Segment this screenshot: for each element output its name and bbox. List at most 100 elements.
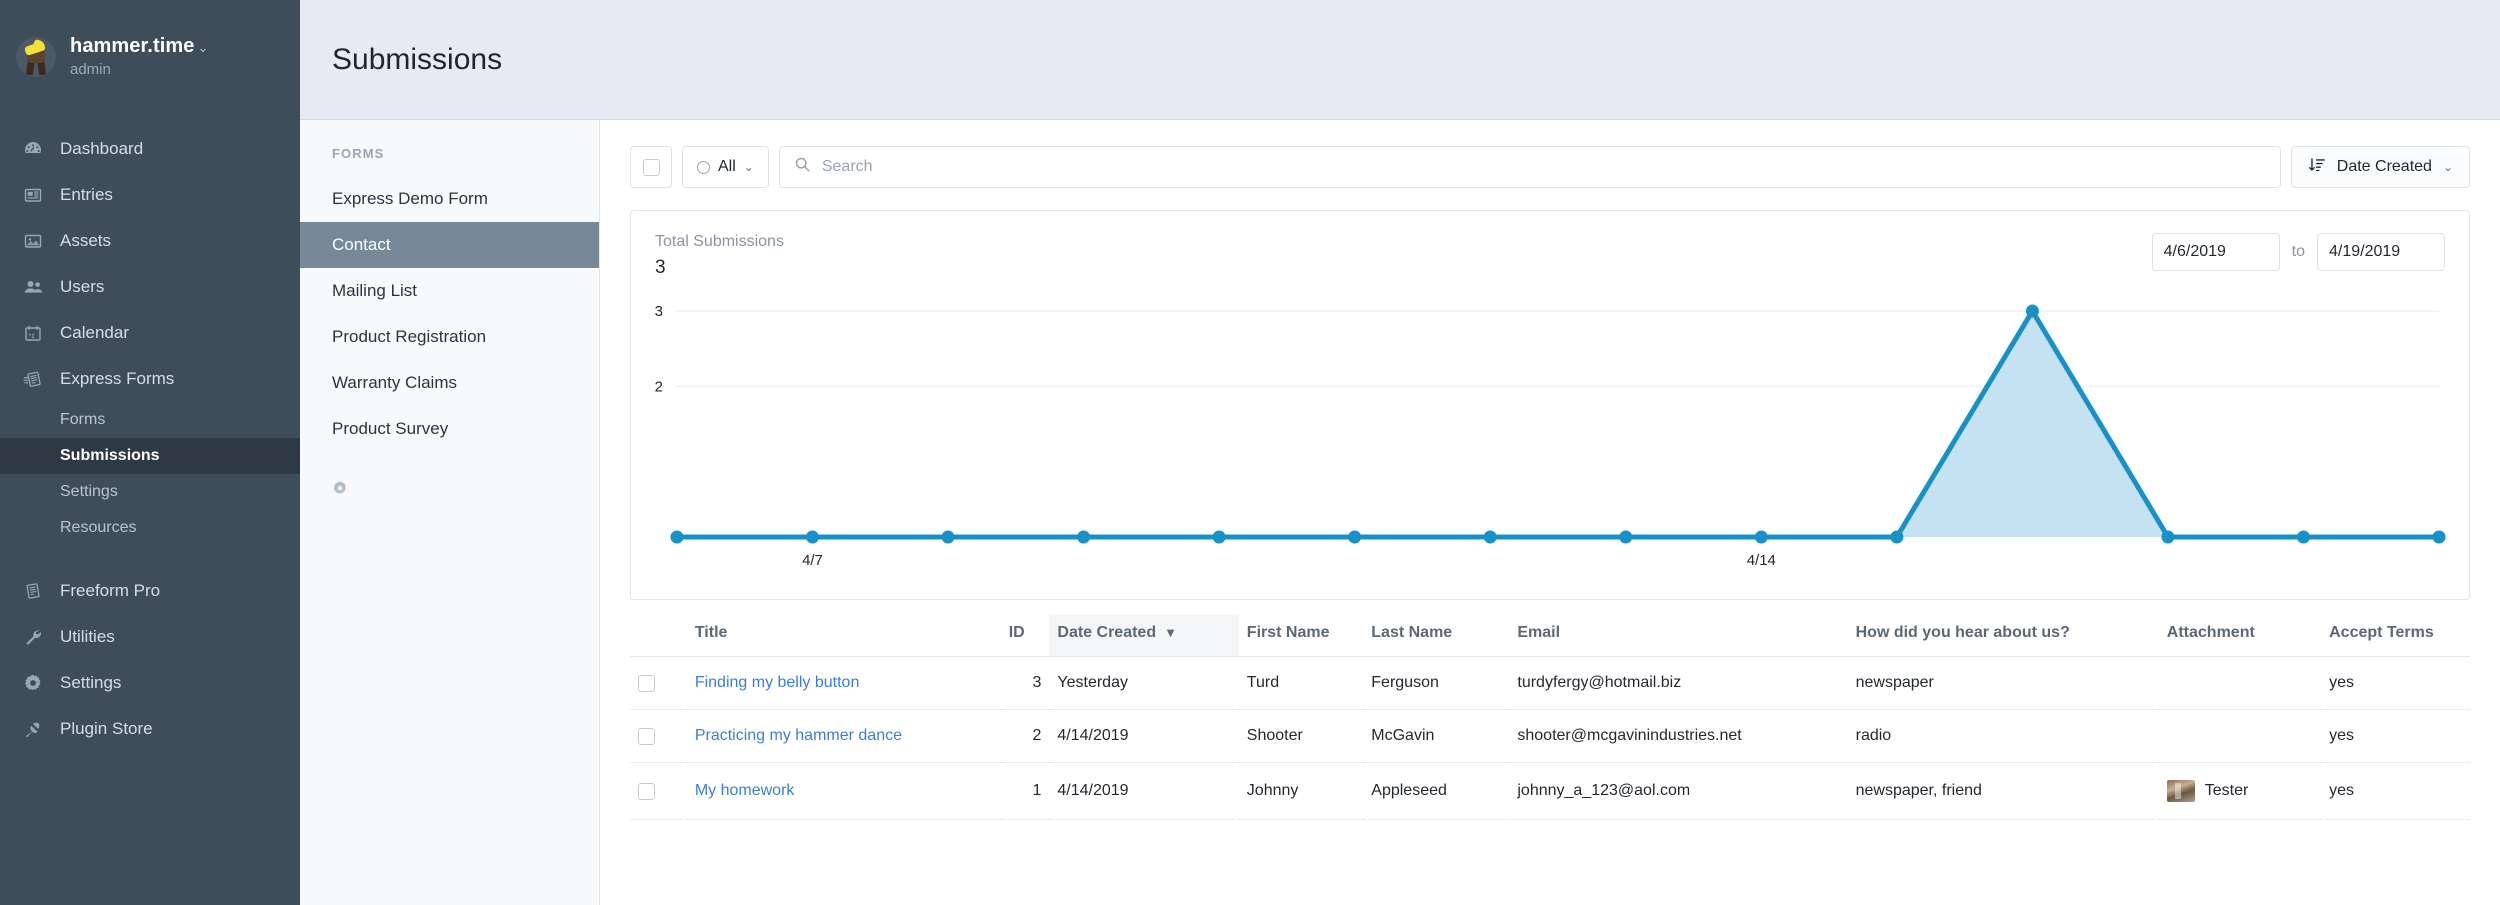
sidebar-item-label: Express Forms: [60, 369, 175, 388]
forms-subnav: FORMS Express Demo Form Contact Mailing …: [300, 120, 600, 905]
users-icon: [18, 277, 48, 297]
row-checkbox[interactable]: [638, 782, 655, 800]
cell-how-did-you-hear: radio: [1847, 709, 2159, 763]
cell-accept-terms: yes: [2321, 762, 2470, 820]
svg-text:4/14: 4/14: [1747, 552, 1776, 569]
sort-label: Date Created: [2336, 158, 2432, 175]
cell-attachment: Tester: [2158, 762, 2322, 820]
subnav-item-contact[interactable]: Contact: [300, 222, 599, 268]
attachment-thumbnail[interactable]: [2166, 780, 2195, 802]
plug-icon: [18, 719, 48, 739]
search-icon: [794, 156, 811, 178]
header-accept-terms[interactable]: Accept Terms: [2321, 614, 2470, 657]
submissions-table: Title ID Date Created ▼ First Name Last N…: [630, 614, 2470, 820]
account-switcher[interactable]: hammer.time ⌄ admin: [0, 26, 300, 88]
subnav-item-express-demo-form[interactable]: Express Demo Form: [300, 176, 599, 222]
chevron-down-icon: ⌄: [2442, 160, 2453, 174]
submissions-table-wrap: Title ID Date Created ▼ First Name Last N…: [630, 614, 2470, 820]
submission-title-link[interactable]: Practicing my hammer dance: [695, 727, 902, 744]
content-area: Submissions FORMS Express Demo Form Cont…: [300, 0, 2500, 905]
sidebar-item-submissions[interactable]: Submissions: [0, 438, 300, 474]
header-last-name[interactable]: Last Name: [1363, 614, 1510, 657]
sidebar-nav: Dashboard Entries Assets Users Calendar …: [0, 126, 300, 752]
cell-accept-terms: yes: [2321, 656, 2470, 710]
sort-dropdown[interactable]: Date Created ⌄: [2290, 146, 2470, 188]
row-checkbox-cell: [630, 762, 687, 820]
cell-email: turdyfergy@hotmail.biz: [1509, 656, 1848, 710]
status-filter-label: All: [718, 158, 736, 175]
header-email[interactable]: Email: [1509, 614, 1848, 657]
table-row[interactable]: Finding my belly button 3 Yesterday Turd…: [630, 656, 2470, 710]
account-name: hammer.time ⌄: [70, 35, 209, 58]
total-submissions-label: Total Submissions: [655, 233, 784, 250]
attachment-name: Tester: [2204, 782, 2249, 799]
status-circle-icon: [697, 160, 710, 174]
subnav-item-label: Warranty Claims: [332, 373, 457, 392]
search-input[interactable]: [819, 157, 2266, 177]
sidebar-item-settings[interactable]: Settings: [0, 660, 300, 706]
sidebar-item-label: Settings: [60, 673, 122, 692]
sidebar-item-label: Plugin Store: [60, 719, 153, 738]
sidebar-subitem-label: Resources: [60, 519, 137, 536]
subnav-item-label: Mailing List: [332, 281, 418, 300]
sidebar-subitem-label: Settings: [60, 483, 118, 500]
sidebar-item-utilities[interactable]: Utilities: [0, 614, 300, 660]
subnav-item-label: Contact: [332, 235, 391, 254]
sidebar-item-forms[interactable]: Forms: [0, 402, 300, 438]
status-filter-dropdown[interactable]: All ⌄: [682, 146, 769, 188]
table-row[interactable]: Practicing my hammer dance 2 4/14/2019 S…: [630, 709, 2470, 763]
cell-title: Finding my belly button: [686, 656, 1001, 710]
table-row[interactable]: My homework 1 4/14/2019 Johnny Appleseed…: [630, 762, 2470, 820]
header-id[interactable]: ID: [1000, 614, 1050, 657]
sidebar-item-express-forms[interactable]: Express Forms: [0, 356, 300, 402]
sidebar-item-dashboard[interactable]: Dashboard: [0, 126, 300, 172]
date-from-input[interactable]: [2151, 233, 2280, 271]
cell-last-name: McGavin: [1363, 709, 1510, 763]
sidebar-item-freeform-pro[interactable]: Freeform Pro: [0, 568, 300, 614]
date-to-input[interactable]: [2317, 233, 2445, 271]
row-checkbox[interactable]: [638, 727, 655, 745]
subnav-item-warranty-claims[interactable]: Warranty Claims: [300, 360, 599, 406]
cell-date: 4/14/2019: [1049, 709, 1239, 763]
select-all-checkbox[interactable]: [630, 146, 672, 188]
express-forms-icon: [18, 369, 48, 389]
sidebar-item-label: Freeform Pro: [60, 581, 161, 600]
header-attachment[interactable]: Attachment: [2158, 614, 2322, 657]
sidebar-item-resources[interactable]: Resources: [0, 510, 300, 546]
header-how-did-you-hear[interactable]: How did you hear about us?: [1847, 614, 2159, 657]
assets-icon: [18, 231, 48, 251]
sidebar-item-entries[interactable]: Entries: [0, 172, 300, 218]
cell-date: Yesterday: [1049, 656, 1239, 710]
sidebar-item-settings-sub[interactable]: Settings: [0, 474, 300, 510]
calendar-icon: [18, 323, 48, 343]
sidebar-item-plugin-store[interactable]: Plugin Store: [0, 706, 300, 752]
cell-first-name: Shooter: [1238, 709, 1364, 763]
cell-date: 4/14/2019: [1049, 762, 1239, 820]
header-date-created[interactable]: Date Created ▼: [1049, 614, 1239, 657]
chevron-down-icon: ⌄: [743, 160, 754, 174]
row-checkbox[interactable]: [638, 674, 655, 692]
subnav-item-product-registration[interactable]: Product Registration: [300, 314, 599, 360]
search-box[interactable]: [778, 146, 2281, 188]
sort-caret-icon: ▼: [1164, 625, 1177, 640]
subnav-item-label: Express Demo Form: [332, 189, 488, 208]
chevron-down-icon: ⌄: [197, 40, 209, 56]
header-title[interactable]: Title: [686, 614, 1001, 657]
wrench-icon: [18, 627, 48, 647]
sidebar-item-label: Assets: [60, 231, 112, 250]
forms-settings-button[interactable]: [300, 452, 599, 501]
sidebar-subitem-label: Submissions: [60, 447, 160, 464]
subnav-item-product-survey[interactable]: Product Survey: [300, 406, 599, 452]
header-first-name[interactable]: First Name: [1238, 614, 1364, 657]
page-header: Submissions: [300, 0, 2500, 120]
cell-id: 1: [1000, 762, 1050, 820]
cell-how-did-you-hear: newspaper, friend: [1847, 762, 2159, 820]
subnav-item-mailing-list[interactable]: Mailing List: [300, 268, 599, 314]
submission-title-link[interactable]: Finding my belly button: [695, 674, 860, 691]
sidebar-item-assets[interactable]: Assets: [0, 218, 300, 264]
sidebar-item-users[interactable]: Users: [0, 264, 300, 310]
submissions-line-chart: 2 3 4/7 4/14: [631, 289, 2469, 589]
sidebar-item-calendar[interactable]: Calendar: [0, 310, 300, 356]
table-body: Finding my belly button 3 Yesterday Turd…: [630, 656, 2470, 820]
submission-title-link[interactable]: My homework: [695, 782, 795, 799]
